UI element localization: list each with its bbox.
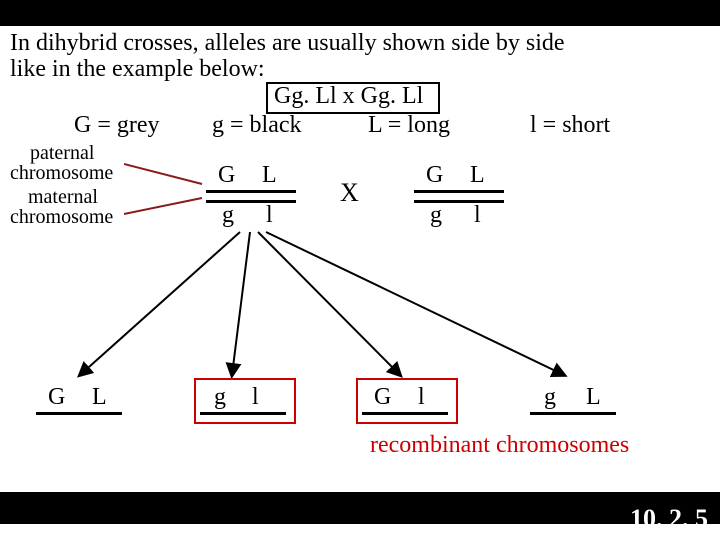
gamete1-a1: G — [48, 384, 65, 411]
top-bar — [0, 0, 720, 26]
p2-bot-allele1: g — [430, 202, 442, 229]
gamete2-recombinant-box — [194, 378, 296, 424]
paternal-label-2: chromosome — [10, 162, 113, 185]
brace-lines — [124, 154, 204, 228]
slide-number: 10. 2. 5 — [630, 504, 708, 534]
gamete1-bar — [36, 412, 122, 415]
p2-bot-bar — [414, 200, 504, 203]
gamete3-recombinant-box — [356, 378, 458, 424]
intro-line1: In dihybrid crosses, alleles are usually… — [10, 30, 565, 57]
p2-bot-allele2: l — [474, 202, 481, 229]
p1-bot-allele2: l — [266, 202, 273, 229]
legend-g: g = black — [212, 112, 302, 139]
cross-genotype: Gg. Ll x Gg. Ll — [274, 83, 423, 110]
recombinant-caption: recombinant chromosomes — [370, 432, 629, 459]
p2-top-allele1: G — [426, 162, 443, 189]
intro-line2: like in the example below: — [10, 56, 265, 83]
gamete4-a2: L — [586, 384, 601, 411]
p1-bot-allele1: g — [222, 202, 234, 229]
legend-L: L = long — [368, 112, 450, 139]
legend-G: G = grey — [74, 112, 160, 139]
cross-x: X — [340, 178, 359, 208]
legend-l: l = short — [530, 112, 610, 139]
gamete4-a1: g — [544, 384, 556, 411]
p2-top-bar — [414, 190, 504, 193]
gamete1-a2: L — [92, 384, 107, 411]
p1-top-allele1: G — [218, 162, 235, 189]
p2-top-allele2: L — [470, 162, 485, 189]
p1-bot-bar — [206, 200, 296, 203]
p1-top-bar — [206, 190, 296, 193]
maternal-label-2: chromosome — [10, 206, 113, 229]
gamete4-bar — [530, 412, 616, 415]
bottom-bar — [0, 492, 720, 524]
p1-top-allele2: L — [262, 162, 277, 189]
